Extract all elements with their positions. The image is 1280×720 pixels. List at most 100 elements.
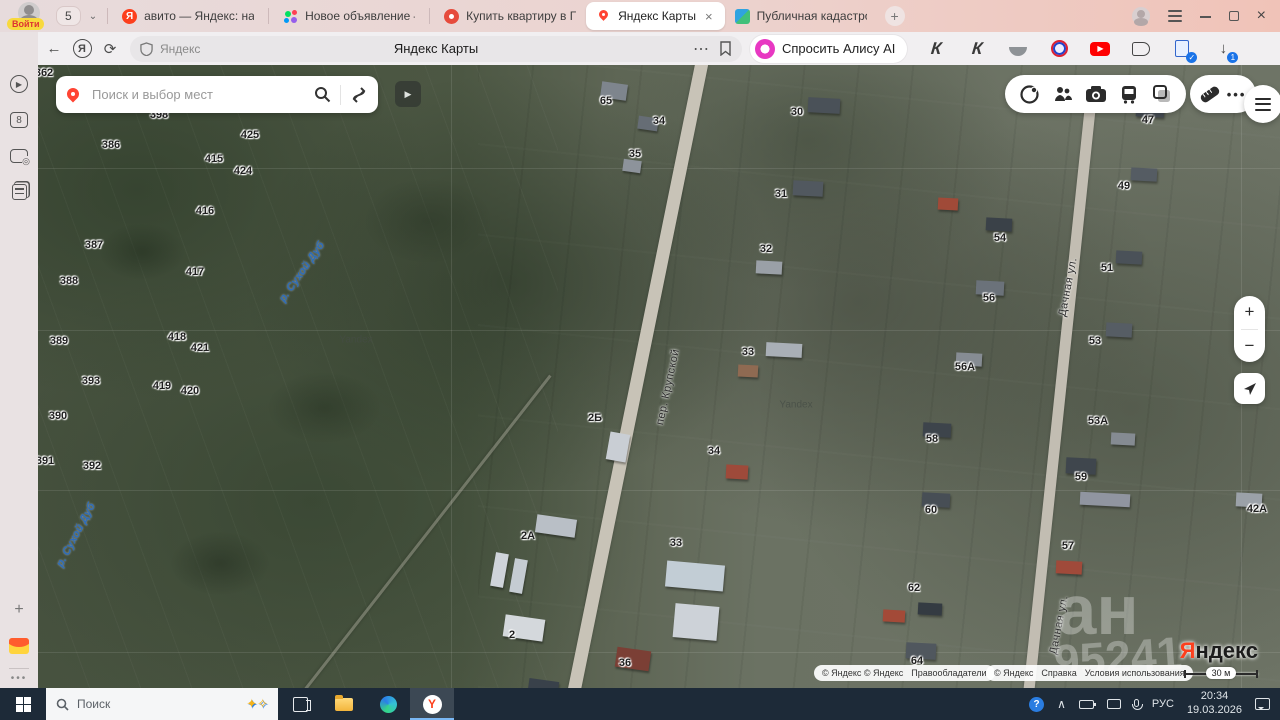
start-button[interactable]	[0, 688, 46, 720]
task-view-button[interactable]	[278, 688, 322, 720]
sidebar-screenshot-icon[interactable]	[7, 144, 31, 168]
search-icon[interactable]	[314, 86, 331, 103]
tab-cadastral-map[interactable]: Публичная кадастровая к	[725, 2, 877, 30]
layers-icon[interactable]	[1013, 75, 1046, 113]
tab-yandex-maps-active[interactable]: Яндекс Карты ×	[586, 2, 725, 30]
help-link[interactable]: Справка	[1041, 668, 1076, 678]
address-bar[interactable]: Яндекс Яндекс Карты ⋯	[130, 35, 742, 62]
time: 20:34	[1200, 690, 1229, 703]
hidden-icons-chevron[interactable]: ∧	[1057, 697, 1066, 711]
sidebar-tabs-badge[interactable]: 8	[7, 108, 31, 132]
terms-link[interactable]: Условия использования	[1085, 668, 1185, 678]
back-button[interactable]: ←	[40, 35, 68, 63]
browser-profile[interactable]: Войти	[0, 0, 56, 32]
window-restore-button[interactable]	[1228, 11, 1239, 21]
alice-icon	[755, 38, 775, 59]
routes-icon[interactable]	[350, 86, 368, 104]
scale-bar: 30 м	[1184, 667, 1258, 679]
more-actions-icon[interactable]: ⋯	[693, 39, 709, 59]
taskbar-clock[interactable]: 20:34 19.03.2026	[1187, 690, 1242, 718]
location-arrow-icon	[1243, 382, 1256, 395]
sidebar-video-icon[interactable]: ▶	[7, 72, 31, 96]
parcel-number: 57	[1061, 540, 1075, 552]
tab-counter-button[interactable]: 5	[56, 6, 81, 26]
account-icon[interactable]	[1131, 7, 1150, 26]
youtube-extension-icon[interactable]: ▶	[1089, 38, 1111, 60]
new-tab-button[interactable]: +	[884, 6, 905, 26]
building	[765, 342, 803, 358]
zoom-in-button[interactable]: +	[1234, 296, 1265, 329]
panorama-camera-icon[interactable]	[1079, 75, 1112, 113]
search-input[interactable]: Поиск и выбор мест	[92, 87, 314, 102]
building	[792, 180, 824, 197]
notifications-icon[interactable]	[1255, 698, 1270, 710]
file-explorer-button[interactable]	[322, 688, 366, 720]
building	[985, 217, 1013, 232]
map-menu-button[interactable]	[1244, 85, 1280, 123]
zoom-out-button[interactable]: −	[1234, 330, 1265, 363]
parcel-number: 419	[152, 380, 172, 392]
people-icon[interactable]	[1046, 75, 1079, 113]
microphone-icon[interactable]	[1131, 698, 1143, 710]
parcel-number: 393	[81, 375, 101, 387]
parcel-number: 62	[907, 582, 921, 594]
avito-favicon	[283, 9, 298, 24]
browser-menu-icon[interactable]	[1167, 7, 1182, 25]
parcel-number: 390	[48, 410, 68, 422]
sidebar-more-icon[interactable]: •••	[11, 673, 28, 684]
tab-new-listing[interactable]: Новое объявление — Об	[273, 2, 425, 30]
taskbar-search-box[interactable]: Поиск ✦✧	[46, 688, 278, 720]
building	[882, 609, 906, 623]
my-location-button[interactable]	[1234, 373, 1265, 404]
battery-icon[interactable]	[1078, 699, 1096, 709]
edge-button[interactable]	[366, 688, 410, 720]
tab-avito-search[interactable]: Я авито — Яндекс: нашлось	[112, 2, 264, 30]
kinopoisk-extension-icon[interactable]: К	[925, 38, 947, 60]
tag-extension-icon[interactable]	[1130, 38, 1152, 60]
building	[937, 197, 959, 211]
window-close-button[interactable]: ×	[1257, 7, 1266, 25]
bookmark-icon[interactable]	[719, 41, 732, 56]
transport-bus-icon[interactable]	[1112, 75, 1145, 113]
sidebar-mail-icon[interactable]	[7, 634, 31, 658]
parcel-number: 34	[707, 445, 721, 457]
translate-doc-extension-icon[interactable]: ✓	[1171, 38, 1198, 63]
copy-layers-icon[interactable]	[1145, 75, 1178, 113]
reload-button[interactable]: ⟳	[96, 35, 124, 63]
parcel-number: 389	[49, 335, 69, 347]
sidebar-add-icon[interactable]: +	[7, 598, 31, 622]
yandex-watermark: Yandex	[779, 399, 813, 411]
browser-tab-bar: Войти 5 ⌄ Я авито — Яндекс: нашлось Ново…	[0, 0, 1280, 32]
display-icon[interactable]	[1106, 699, 1121, 709]
ask-alice-button[interactable]: Спросить Алису AI	[750, 34, 908, 63]
panel-expand-button[interactable]: ▶	[395, 81, 421, 107]
tab-buy-apartment[interactable]: Купить квартиру в Грозн	[434, 2, 586, 30]
login-badge[interactable]: Войти	[7, 18, 45, 30]
parcel-number: 31	[774, 188, 788, 200]
yandex-browser-button[interactable]: Y	[410, 688, 454, 720]
yandex-logo[interactable]: Яндекс	[1180, 638, 1258, 664]
scale-label: 30 м	[1205, 667, 1237, 679]
kinopoisk2-extension-icon[interactable]: К	[966, 38, 988, 60]
parcel-number: 32	[759, 243, 773, 255]
parcel-number: 35	[628, 148, 642, 160]
parcel-number: 416	[195, 205, 215, 217]
tab-list-chevron-icon[interactable]: ⌄	[83, 11, 103, 22]
yandex-home-button[interactable]: Я	[68, 35, 96, 63]
date: 19.03.2026	[1186, 704, 1242, 716]
map-pin-favicon	[596, 9, 611, 24]
parcel-number: 2	[508, 629, 516, 641]
club-badge-extension-icon[interactable]	[1048, 38, 1070, 60]
map-search-box[interactable]: Поиск и выбор мест	[56, 76, 378, 113]
language-indicator[interactable]: РУС	[1152, 698, 1174, 710]
parcel-number: 36	[618, 657, 632, 669]
ruler-icon[interactable]	[1198, 84, 1221, 104]
help-tray-icon[interactable]: ?	[1029, 696, 1045, 712]
sidebar-notes-icon[interactable]	[7, 180, 31, 204]
bowl-extension-icon[interactable]	[1007, 38, 1029, 60]
rights-holders-link[interactable]: Правообладатели	[911, 668, 986, 678]
map-canvas[interactable]: 3623984253864154244163874173883894184213…	[38, 65, 1280, 688]
downloads-icon[interactable]: ↓ 1	[1212, 38, 1239, 63]
tab-close-icon[interactable]: ×	[703, 9, 715, 24]
window-minimize-button[interactable]	[1199, 16, 1211, 18]
